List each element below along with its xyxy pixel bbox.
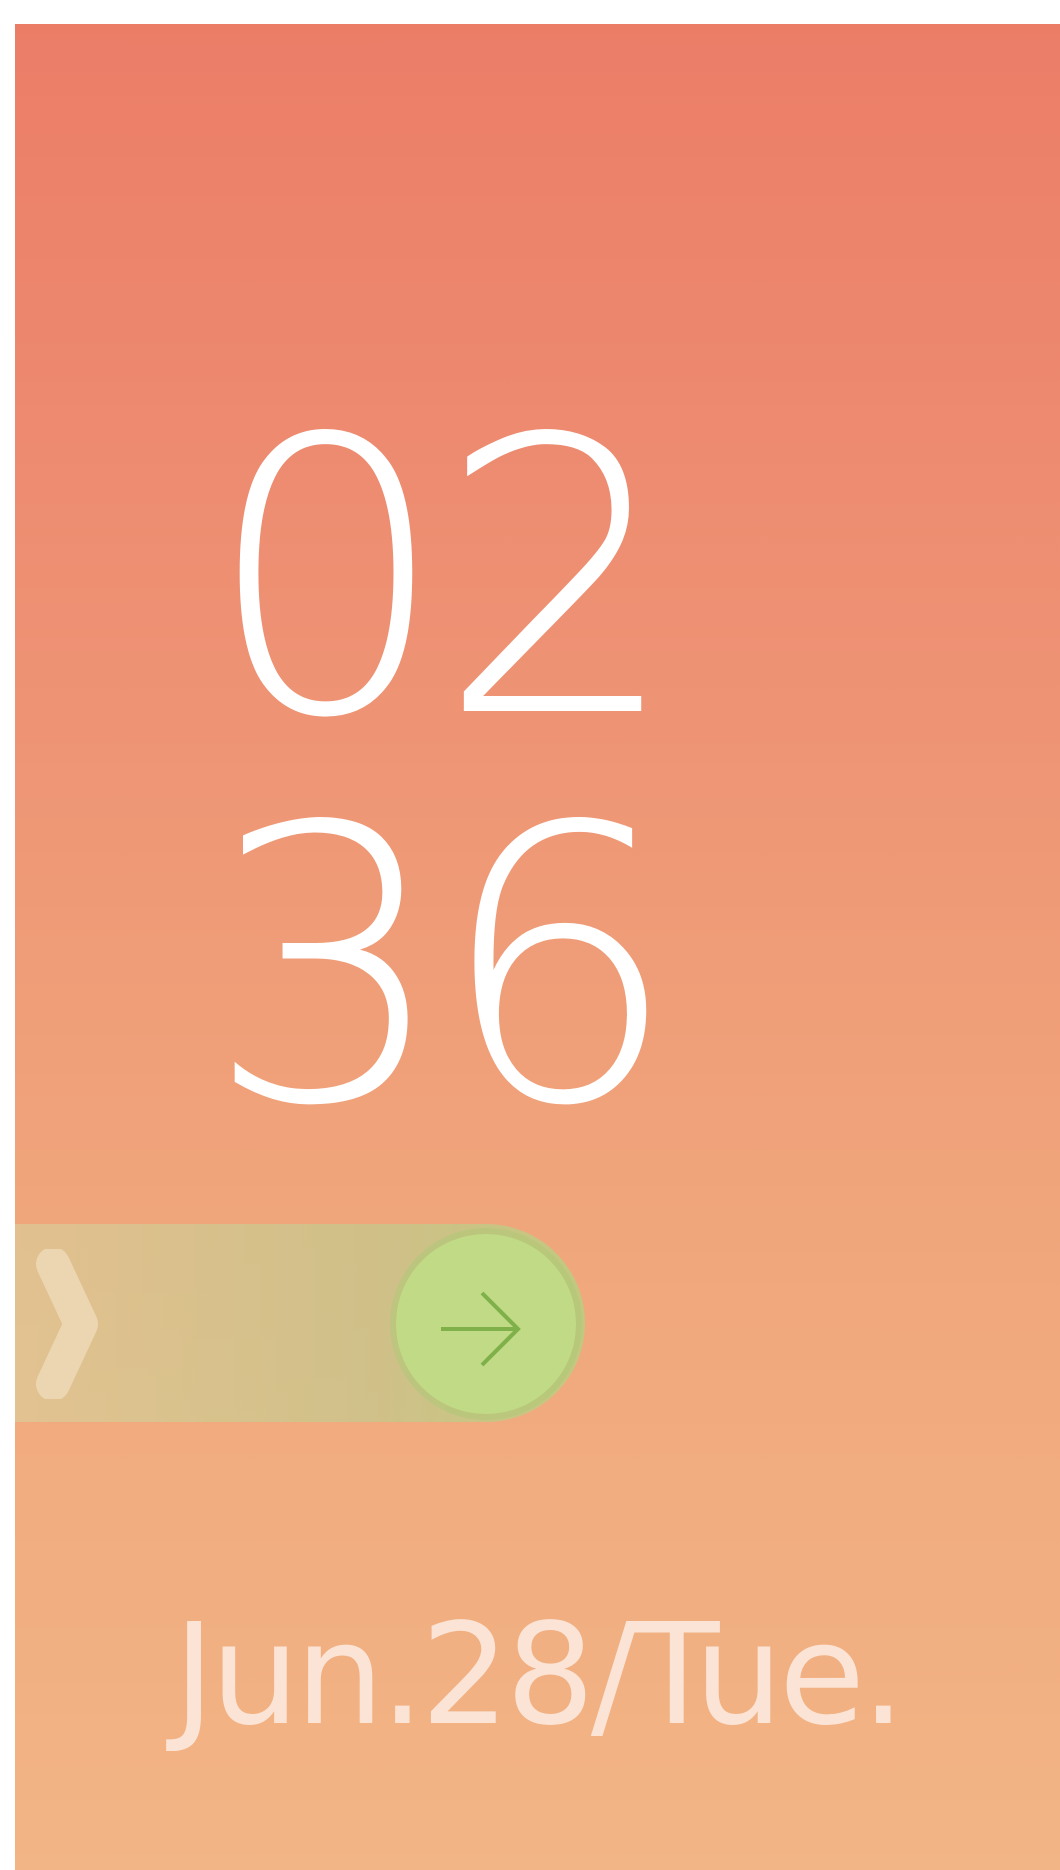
clock-minutes: 36: [15, 778, 860, 1158]
minutes-text: 36: [205, 746, 680, 1189]
clock-hours: 02: [15, 390, 860, 770]
date-label: Jun.28/Tue.: [173, 1594, 905, 1757]
chevron-right-icon: [36, 1249, 98, 1399]
hours-text: 02: [205, 358, 680, 801]
lock-screen: 02 36 Jun.28/Tue.: [15, 24, 1060, 1870]
unlock-slider-knob[interactable]: [396, 1234, 576, 1414]
arrow-right-icon: [441, 1291, 521, 1367]
